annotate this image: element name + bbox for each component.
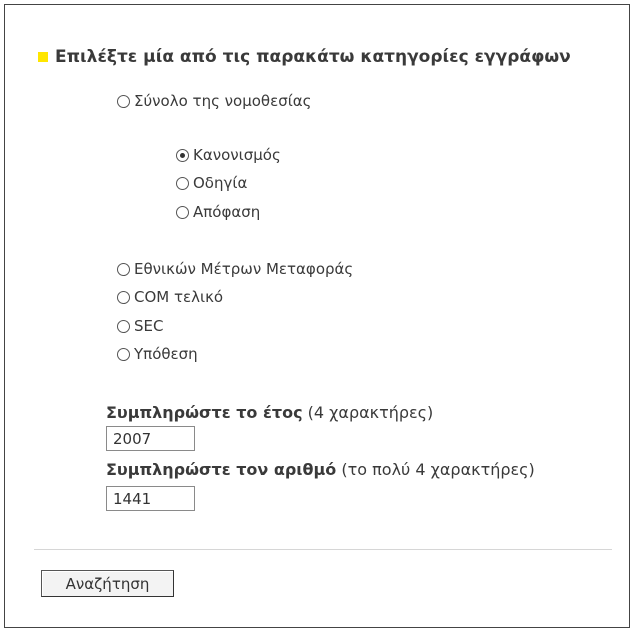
number-label: Συμπληρώστε τον αριθμό (το πολύ 4 χαρακτ… [106,460,535,479]
year-input[interactable] [106,426,195,451]
radio-label: Οδηγία [193,174,248,192]
year-label: Συμπληρώστε το έτος (4 χαρακτήρες) [106,403,433,422]
radio-option-decision[interactable]: Απόφαση [176,203,260,221]
number-label-hint: (το πολύ 4 χαρακτήρες) [341,460,535,479]
radio-button-icon[interactable] [117,347,130,361]
radio-option-sec[interactable]: SEC [117,317,163,335]
radio-label: Εθνικών Μέτρων Μεταφοράς [134,260,354,278]
radio-option-regulation[interactable]: Κανονισμός [176,146,281,164]
radio-button-icon[interactable] [117,94,130,108]
radio-option-national[interactable]: Εθνικών Μέτρων Μεταφοράς [117,260,353,278]
radio-option-com[interactable]: COM τελικό [117,288,223,306]
radio-button-icon[interactable] [176,176,189,190]
radio-label: Υπόθεση [134,345,198,363]
radio-button-icon[interactable] [117,262,130,276]
radio-label: Απόφαση [193,203,261,221]
radio-label: COM τελικό [134,288,224,306]
number-input[interactable] [106,486,195,511]
radio-option-case[interactable]: Υπόθεση [117,345,198,363]
radio-button-icon[interactable] [117,290,130,304]
number-label-bold: Συμπληρώστε τον αριθμό [106,460,337,479]
radio-label: Σύνολο της νομοθεσίας [134,92,312,110]
search-button[interactable]: Αναζήτηση [41,570,174,597]
radio-option-directive[interactable]: Οδηγία [176,174,247,192]
radio-button-selected-icon[interactable] [176,148,189,162]
form-frame [4,4,630,628]
radio-button-icon[interactable] [117,319,130,333]
divider [34,549,612,550]
year-label-bold: Συμπληρώστε το έτος [106,403,303,422]
radio-option-legislation[interactable]: Σύνολο της νομοθεσίας [117,92,311,110]
year-label-hint: (4 χαρακτήρες) [307,403,434,422]
form-heading: Επιλέξτε μία από τις παρακάτω κατηγορίες… [38,47,571,67]
yellow-bullet-icon [38,52,48,62]
heading-text: Επιλέξτε μία από τις παρακάτω κατηγορίες… [55,47,571,67]
radio-label: Κανονισμός [193,146,281,164]
radio-button-icon[interactable] [176,205,189,219]
radio-label: SEC [134,317,164,335]
